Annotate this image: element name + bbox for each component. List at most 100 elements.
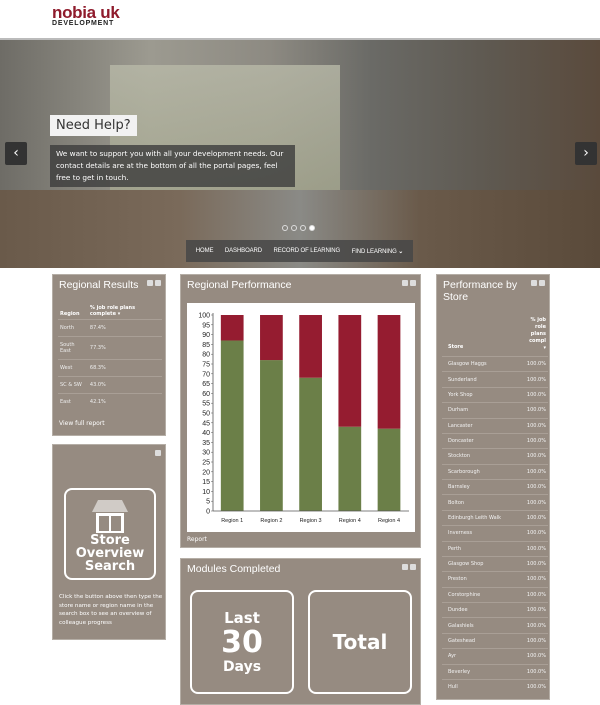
bar-segment xyxy=(220,315,244,341)
carousel-dot[interactable] xyxy=(300,225,306,231)
name-cell: West xyxy=(58,359,88,377)
percent-cell: 100.0% xyxy=(522,663,548,680)
table-row[interactable]: North 87.4% xyxy=(58,319,162,337)
chevron-left-icon[interactable]: ‹ xyxy=(5,142,27,165)
column-header-percent[interactable]: % job role plans complete ▾ xyxy=(88,303,162,320)
minimize-icon[interactable] xyxy=(410,280,416,286)
name-cell: Glasgow Haggs xyxy=(442,355,522,372)
name-cell: Scarborough xyxy=(442,463,522,480)
total-button[interactable]: Total xyxy=(308,590,412,694)
chevron-right-icon[interactable]: › xyxy=(575,142,597,165)
y-tick-label: 45 xyxy=(202,420,210,427)
table-row[interactable]: West 68.3% xyxy=(58,359,162,377)
name-cell: Corstorphine xyxy=(442,586,522,603)
table-row[interactable]: SC & SW 43.0% xyxy=(58,376,162,394)
name-cell: Glasgow Shop xyxy=(442,555,522,572)
table-row[interactable]: Ayr 100.0% xyxy=(442,648,548,664)
name-cell: Dundee xyxy=(442,601,522,618)
name-cell: Stockton xyxy=(442,448,522,465)
minimize-icon[interactable] xyxy=(155,280,161,286)
carousel-dot[interactable] xyxy=(282,225,288,231)
table-row[interactable]: Beverley 100.0% xyxy=(442,663,548,680)
y-tick-label: 90 xyxy=(202,332,210,339)
name-cell: East xyxy=(58,393,88,410)
table-row[interactable]: York Shop 100.0% xyxy=(442,386,548,403)
name-cell: Hull xyxy=(442,678,522,695)
table-row[interactable]: Glasgow Shop 100.0% xyxy=(442,555,548,572)
name-cell: Edinburgh Leith Walk xyxy=(442,509,522,526)
table-row[interactable]: South East 77.3% xyxy=(58,336,162,360)
y-tick-label: 80 xyxy=(202,352,210,359)
percent-cell: 100.0% xyxy=(522,463,548,480)
percent-cell: 100.0% xyxy=(522,509,548,526)
performance-by-store-panel: Performance by Store Store% job role pla… xyxy=(436,274,550,700)
table-row[interactable]: East 42.1% xyxy=(58,393,162,410)
last-30-days-button[interactable]: Last 30 Days xyxy=(190,590,294,694)
table-row[interactable]: Hull 100.0% xyxy=(442,678,548,695)
settings-icon[interactable] xyxy=(402,280,408,286)
carousel-dot-active[interactable] xyxy=(309,225,315,231)
name-cell: York Shop xyxy=(442,386,522,403)
table-row[interactable]: Galashiels 100.0% xyxy=(442,617,548,634)
settings-icon[interactable] xyxy=(531,280,537,286)
store-overview-search-button[interactable]: Store Overview Search xyxy=(64,488,156,580)
percent-cell: 100.0% xyxy=(522,632,548,649)
table-row[interactable]: Inverness 100.0% xyxy=(442,525,548,541)
bar-segment xyxy=(338,426,362,511)
settings-icon[interactable] xyxy=(402,564,408,570)
table-row[interactable]: Preston 100.0% xyxy=(442,571,548,588)
name-cell: Preston xyxy=(442,571,522,588)
column-header-store[interactable]: Store xyxy=(442,307,522,357)
nav-home[interactable]: HOME xyxy=(196,248,214,254)
table-row[interactable]: Barnsley 100.0% xyxy=(442,478,548,495)
percent-cell: 100.0% xyxy=(522,648,548,664)
column-header-percent[interactable]: % job role plans compl ▾ xyxy=(522,307,548,357)
minimize-icon[interactable] xyxy=(410,564,416,570)
percent-cell: 100.0% xyxy=(522,494,548,511)
y-tick-label: 35 xyxy=(202,440,210,447)
table-row[interactable]: Lancaster 100.0% xyxy=(442,417,548,434)
percent-cell: 100.0% xyxy=(522,601,548,618)
nav-find-learning-label: FIND LEARNING xyxy=(351,248,397,255)
table-row[interactable]: Dundee 100.0% xyxy=(442,601,548,618)
store-table: Store% job role plans compl ▾ Glasgow Hag… xyxy=(442,307,548,695)
table-row[interactable]: Bolton 100.0% xyxy=(442,494,548,511)
column-header-region[interactable]: Region xyxy=(58,303,88,320)
regional-results-panel: Regional Results Region% job role plans … xyxy=(52,274,166,436)
percent-cell: 100.0% xyxy=(522,371,548,388)
y-tick-label: 55 xyxy=(202,401,210,408)
percent-cell: 77.3% xyxy=(87,336,162,360)
table-row[interactable]: Corstorphine 100.0% xyxy=(442,586,548,603)
settings-icon[interactable] xyxy=(147,280,153,286)
table-row[interactable]: Doncaster 100.0% xyxy=(442,432,548,449)
table-row[interactable]: Durham 100.0% xyxy=(442,402,548,418)
nav-find-learning[interactable]: FIND LEARNING ⌄ xyxy=(352,248,404,255)
percent-cell: 100.0% xyxy=(522,678,548,695)
minimize-icon[interactable] xyxy=(155,450,161,456)
name-cell: Inverness xyxy=(442,525,522,541)
bar-segment xyxy=(338,315,362,427)
bar-segment xyxy=(220,340,244,511)
carousel-dot[interactable] xyxy=(291,225,297,231)
percent-cell: 68.3% xyxy=(87,359,162,377)
report-link[interactable]: Report xyxy=(187,536,207,543)
logo-subtitle: DEVELOPMENT xyxy=(52,20,115,27)
chart-area: 0 5 10 15 20 25 30 35 40 45 50 55 60 65 70 75 80 85 90 95 10… xyxy=(187,303,415,532)
percent-cell: 100.0% xyxy=(522,386,548,403)
y-tick-label: 0 xyxy=(206,509,210,516)
hero-title: Need Help? xyxy=(50,115,137,136)
minimize-icon[interactable] xyxy=(539,280,545,286)
table-row[interactable]: Sunderland 100.0% xyxy=(442,371,548,388)
x-tick-label: Region 4 xyxy=(378,518,400,524)
table-row[interactable]: Edinburgh Leith Walk 100.0% xyxy=(442,509,548,526)
table-row[interactable]: Scarborough 100.0% xyxy=(442,463,548,480)
nav-record-of-learning[interactable]: RECORD OF LEARNING xyxy=(274,248,341,254)
nav-dashboard[interactable]: DASHBOARD xyxy=(225,248,262,254)
table-row[interactable]: Stockton 100.0% xyxy=(442,448,548,465)
hero-text: We want to support you with all your dev… xyxy=(50,145,295,187)
view-full-report-link[interactable]: View full report xyxy=(59,420,105,427)
table-row[interactable]: Perth 100.0% xyxy=(442,540,548,557)
panel-title: Performance by Store xyxy=(443,279,518,303)
table-row[interactable]: Gateshead 100.0% xyxy=(442,632,548,649)
table-row[interactable]: Glasgow Haggs 100.0% xyxy=(442,355,548,372)
